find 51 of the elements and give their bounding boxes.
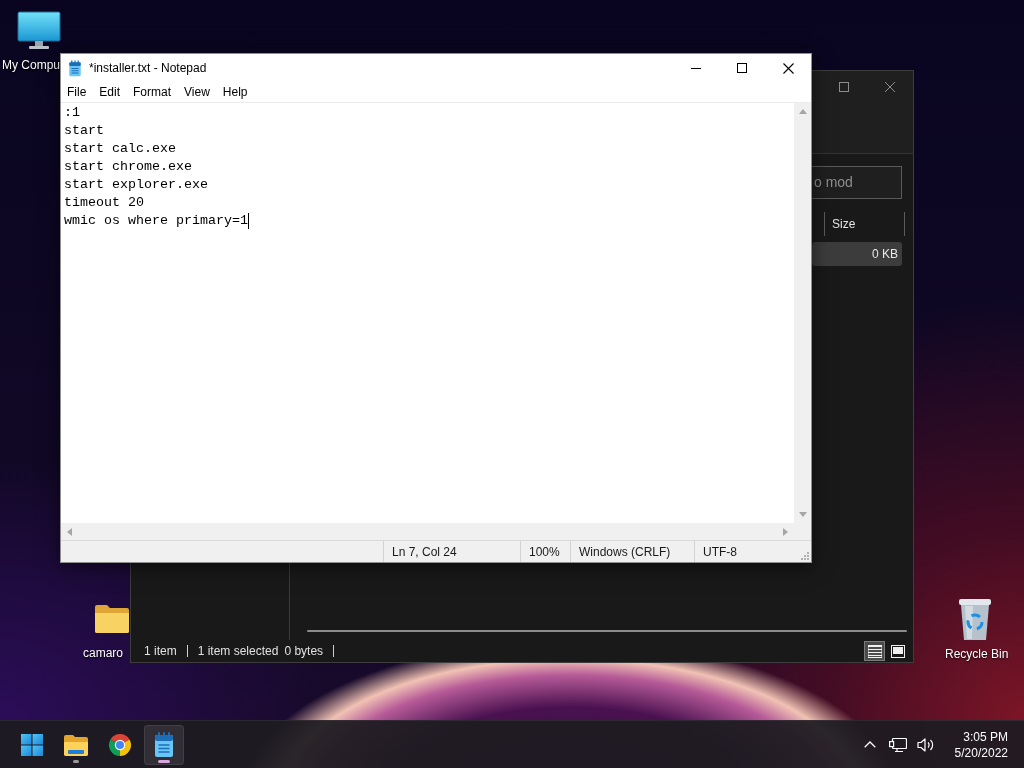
volume-icon bbox=[916, 736, 935, 753]
text-line: timeout 20 bbox=[64, 194, 144, 212]
notepad-icon bbox=[68, 59, 82, 77]
text-line: wmic os where primary=1 bbox=[64, 212, 248, 230]
menu-item[interactable]: Edit bbox=[93, 82, 128, 102]
status-text: Windows (CRLF) bbox=[579, 544, 671, 559]
folder-icon bbox=[63, 733, 89, 756]
large-icons-view-icon bbox=[890, 644, 905, 658]
desktop-icon-label[interactable]: camaro bbox=[83, 646, 123, 660]
text-line: :1 bbox=[64, 104, 80, 122]
recycle-bin-icon[interactable] bbox=[956, 597, 994, 641]
status-text: Ln 7, Col 24 bbox=[392, 544, 457, 559]
maximize-icon bbox=[839, 81, 849, 92]
notepad-icon bbox=[153, 731, 175, 758]
start-icon bbox=[21, 733, 43, 756]
status-text: UTF-8 bbox=[703, 544, 737, 559]
folder-icon[interactable] bbox=[94, 602, 130, 634]
text-line: start calc.exe bbox=[64, 140, 176, 158]
desktop-icon-label[interactable]: My Compu bbox=[2, 58, 60, 72]
browser-icon bbox=[108, 732, 132, 757]
status-text: 1 item selected bbox=[197, 644, 279, 658]
menu-item[interactable]: Format bbox=[127, 82, 179, 102]
text-line: start explorer.exe bbox=[64, 176, 208, 194]
network-icon bbox=[888, 736, 907, 753]
status-text: 100% bbox=[529, 544, 560, 559]
menu-item[interactable]: View bbox=[178, 82, 217, 102]
status-text: 0 bytes bbox=[284, 644, 324, 658]
desktop-icon-label[interactable]: Recycle Bin bbox=[945, 647, 1009, 661]
menu-item[interactable]: File bbox=[61, 82, 94, 102]
details-view-icon bbox=[867, 644, 882, 658]
computer-icon[interactable] bbox=[17, 11, 61, 49]
status-text: 1 item bbox=[144, 644, 177, 658]
text-line: start chrome.exe bbox=[64, 158, 192, 176]
clock-time[interactable]: 3:05 PM bbox=[963, 729, 1008, 744]
text-cursor-icon bbox=[247, 213, 249, 229]
clock-date[interactable]: 5/20/2022 bbox=[954, 745, 1008, 760]
search-field[interactable]: o mod bbox=[812, 165, 902, 199]
close-icon bbox=[885, 81, 895, 92]
column-header[interactable]: Size bbox=[824, 212, 905, 236]
notepad-button[interactable] bbox=[144, 724, 184, 765]
scrollbar-thumb[interactable] bbox=[307, 630, 907, 632]
size-cell[interactable]: 0 KB bbox=[812, 242, 902, 266]
menu-item[interactable]: Help bbox=[216, 82, 255, 102]
maximize-icon bbox=[737, 63, 747, 73]
minimize-icon bbox=[691, 67, 701, 69]
resize-grip-icon[interactable] bbox=[800, 551, 809, 560]
window-title: *installer.txt - Notepad bbox=[89, 61, 207, 75]
chevron-up-icon bbox=[863, 741, 876, 748]
details-view-button[interactable] bbox=[864, 641, 885, 661]
text-line: start bbox=[64, 122, 104, 140]
close-icon bbox=[782, 62, 794, 74]
